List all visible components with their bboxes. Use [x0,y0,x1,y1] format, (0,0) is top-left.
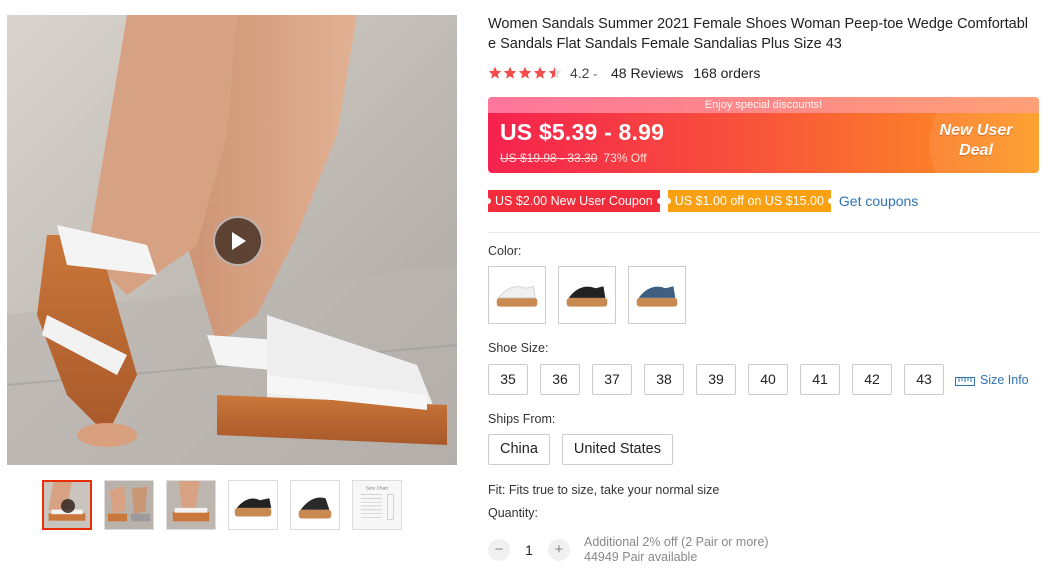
star-icon [533,66,547,79]
quantity-label: Quantity: [488,506,539,520]
thumbnail-size-chart[interactable]: Size Chart [352,480,402,530]
fit-note: Fit: Fits true to size, take your normal… [488,483,720,497]
chevron-down-icon[interactable]: ⌄ [591,68,599,79]
size-options: 35 36 37 38 39 40 41 42 43 Size Info [488,364,1029,395]
star-icon [488,66,502,79]
size-option[interactable]: 36 [540,364,580,395]
thumbnail-image [229,481,277,529]
size-option[interactable]: 43 [904,364,944,395]
stock-available: 44949 Pair available [584,550,698,564]
size-option[interactable]: 37 [592,364,632,395]
new-user-coupon[interactable]: US $2.00 New User Coupon [485,190,663,212]
thumbnail-image-4[interactable] [228,480,278,530]
thumbnail-image [105,481,153,529]
discount-percent: 73% Off [603,151,647,165]
star-rating [488,66,562,80]
size-option[interactable]: 38 [644,364,684,395]
orders-count: 168 orders [693,65,761,81]
size-option[interactable]: 35 [488,364,528,395]
size-option[interactable]: 39 [696,364,736,395]
size-chart-image: Size Chart [353,481,401,529]
size-info-label: Size Info [980,372,1029,387]
color-options [488,266,686,324]
original-price-row: US $19.98 - 33.30 73% Off [500,151,647,165]
new-user-deal-badge: New User Deal [931,121,1021,161]
quantity-stepper: − 1 + Additional 2% off (2 Pair or more)… [488,535,769,565]
thumbnail-video[interactable] [42,480,92,530]
size-option[interactable]: 40 [748,364,788,395]
ships-from-label: Ships From: [488,412,556,426]
color-option-black[interactable] [558,266,616,324]
quantity-value[interactable]: 1 [510,542,548,558]
rating-score[interactable]: 4.2 [570,65,589,81]
quantity-note: Additional 2% off (2 Pair or more) 44949… [584,535,769,565]
star-icon [503,66,517,79]
ships-from-united-states[interactable]: United States [561,434,673,465]
decrease-quantity-button[interactable]: − [488,539,510,561]
play-video-button[interactable] [213,216,263,266]
ships-from-china[interactable]: China [488,434,550,465]
thumbnail-image-2[interactable] [104,480,154,530]
original-price: US $19.98 - 33.30 [500,151,598,165]
size-info-link[interactable]: Size Info [955,373,1029,387]
blue-sandal-image [629,267,685,323]
size-option[interactable]: 41 [800,364,840,395]
get-coupons-link[interactable]: Get coupons [839,193,918,209]
thumbnail-image-3[interactable] [166,480,216,530]
play-icon [61,499,75,513]
product-title: Women Sandals Summer 2021 Female Shoes W… [488,16,1028,52]
thumbnail-image [167,481,215,529]
banner-top-text: Enjoy special discounts! [488,97,1039,113]
increase-quantity-button[interactable]: + [548,539,570,561]
coupons-row: US $2.00 New User Coupon US $1.00 off on… [485,190,918,212]
size-option[interactable]: 42 [852,364,892,395]
play-icon [232,232,246,250]
color-option-white[interactable] [488,266,546,324]
size-label: Shoe Size: [488,341,549,355]
main-product-image[interactable] [7,15,457,465]
thumbnail-strip: Size Chart [42,480,402,530]
thumbnail-image-5[interactable] [290,480,340,530]
thumbnail-image [291,481,339,529]
reviews-link[interactable]: 48 Reviews [611,65,683,81]
size-chart-label: Size Chart [366,486,389,492]
price-range: US $5.39 - 8.99 [500,119,665,145]
deal-line-1: New User [939,122,1013,139]
half-star-icon [548,66,562,79]
price-banner: Enjoy special discounts! US $5.39 - 8.99… [488,97,1039,173]
white-sandal-image [489,267,545,323]
store-coupon[interactable]: US $1.00 off on US $15.00 [664,190,835,212]
star-icon [518,66,532,79]
color-label: Color: [488,244,522,258]
bulk-discount-note: Additional 2% off (2 Pair or more) [584,535,769,549]
color-option-blue[interactable] [628,266,686,324]
ships-from-options: China United States [488,434,673,465]
ruler-icon [955,376,975,386]
divider [488,232,1039,233]
rating-row: 4.2 ⌄ 48 Reviews 168 orders [488,65,760,81]
product-info-panel: Women Sandals Summer 2021 Female Shoes W… [485,14,1040,564]
deal-line-2: Deal [959,142,993,159]
black-sandal-image [559,267,615,323]
